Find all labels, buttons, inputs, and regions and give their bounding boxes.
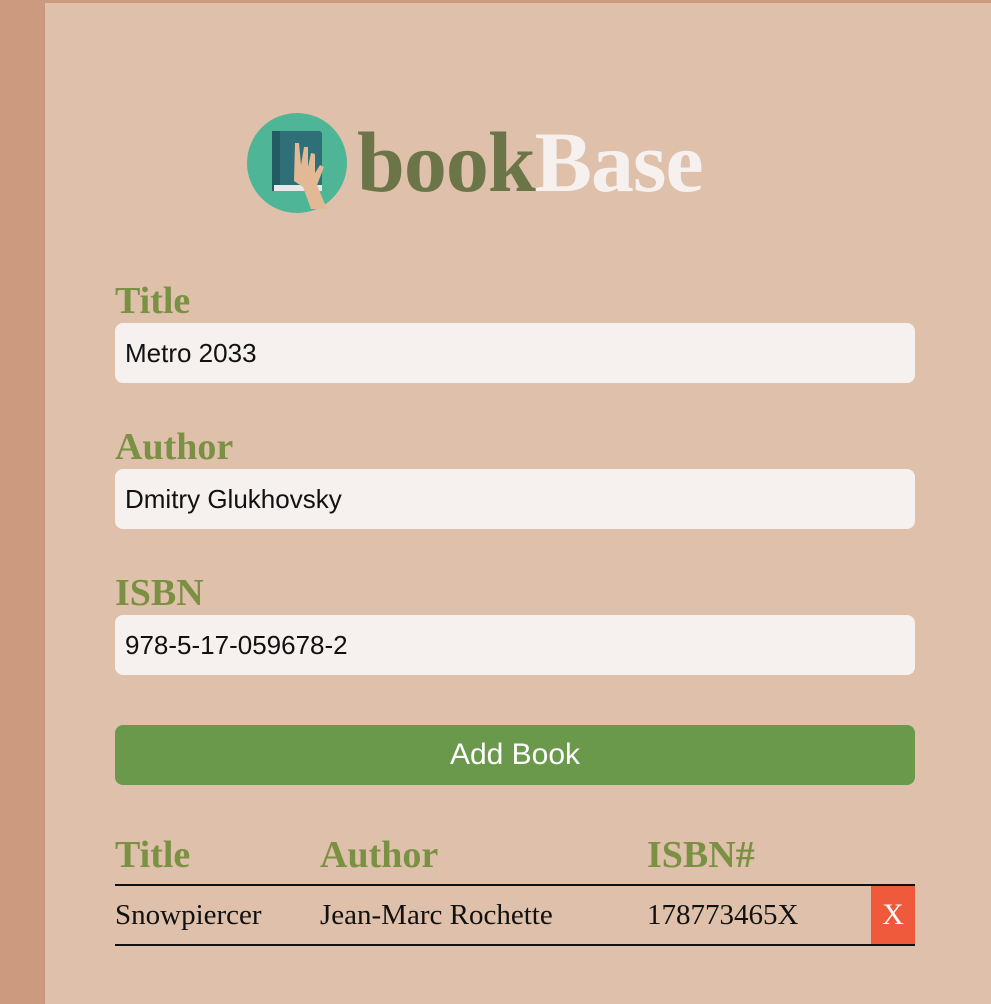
- book-isbn-cell: 178773465X: [647, 898, 799, 931]
- book-delete-cell: X: [871, 885, 915, 945]
- isbn-label: ISBN: [115, 572, 204, 614]
- table-row: Snowpiercer Jean-Marc Rochette 178773465…: [115, 885, 915, 945]
- app-logo: bookBase: [247, 113, 787, 213]
- table-header-isbn: ISBN#: [647, 834, 755, 876]
- table-header-row: Title Author ISBN#: [115, 830, 915, 885]
- isbn-input[interactable]: [115, 615, 915, 675]
- logo-word-book: book: [357, 114, 536, 210]
- author-label: Author: [115, 426, 234, 468]
- logo-word-base: Base: [534, 114, 704, 210]
- add-book-button[interactable]: Add Book: [115, 725, 915, 785]
- table-header-title: Title: [115, 834, 191, 876]
- delete-book-button[interactable]: X: [871, 886, 915, 944]
- title-label: Title: [115, 280, 191, 322]
- book-list-table: Title Author ISBN# Snowpiercer Jean-Marc…: [115, 830, 915, 946]
- title-input[interactable]: [115, 323, 915, 383]
- book-title-cell: Snowpiercer: [115, 898, 262, 931]
- app-title: bookBase: [357, 114, 704, 210]
- table-header-actions: [871, 830, 915, 885]
- book-author-cell: Jean-Marc Rochette: [320, 898, 553, 931]
- table-header-author: Author: [320, 834, 439, 876]
- author-input[interactable]: [115, 469, 915, 529]
- book-hand-icon: [247, 113, 347, 213]
